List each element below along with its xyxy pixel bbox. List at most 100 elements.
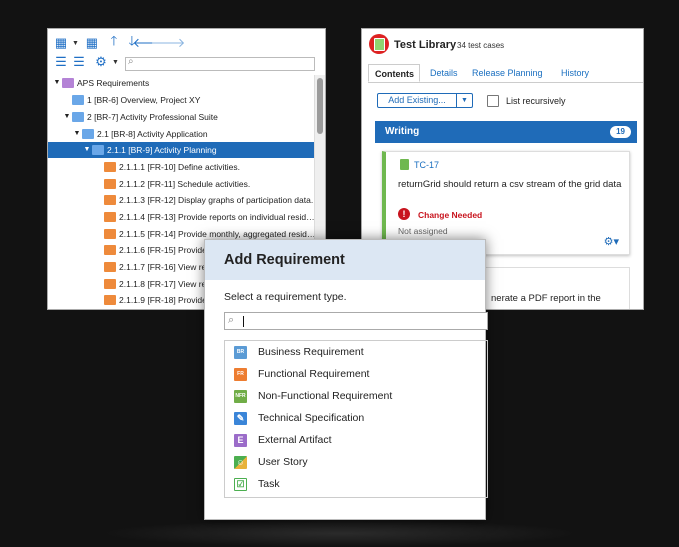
type-label: Non-Functional Requirement — [258, 390, 393, 402]
arrow-right-icon[interactable]: 🡒 — [151, 35, 186, 50]
functional-requirement-icon — [104, 262, 116, 272]
assignee-text: Not assigned — [398, 226, 448, 236]
type-task[interactable]: ☑ Task — [234, 476, 280, 492]
task-icon: ☑ — [234, 477, 247, 491]
list-recursively-checkbox[interactable] — [487, 95, 499, 107]
test-case-id-link[interactable]: TC-17 — [414, 160, 439, 170]
type-label: Technical Specification — [258, 412, 365, 424]
tree-node[interactable]: ▼ 2.1 [BR-8] Activity Application — [72, 126, 208, 142]
gear-icon[interactable]: ⚙▾ — [604, 235, 619, 248]
collapse-icon[interactable]: ▼ — [82, 142, 92, 158]
technical-specification-icon: ✎ — [234, 411, 247, 425]
type-business-requirement[interactable]: BR Business Requirement — [234, 344, 364, 360]
requirement-type-search-input[interactable]: ⌕ — [224, 312, 488, 330]
type-label: External Artifact — [258, 434, 332, 446]
search-icon: ⌕ — [228, 314, 235, 326]
tab-contents[interactable]: Contents — [368, 64, 420, 82]
error-icon: ! — [398, 208, 410, 220]
tree-node[interactable]: 2.1.1.9 [FR-18] Provide — [104, 292, 207, 308]
status-badge: Change Needed — [418, 210, 483, 220]
tree-node-label: 2.1.1 [BR-9] Activity Planning — [107, 145, 217, 155]
tree-node-label: 2.1.1.8 [FR-17] View re — [119, 279, 207, 289]
add-node-icon[interactable]: ▦ — [54, 35, 68, 50]
tree-node-label: 2.1 [BR-8] Activity Application — [97, 129, 208, 139]
tree-node[interactable]: 2.1.1.8 [FR-17] View re — [104, 276, 206, 292]
indent-icon[interactable]: ☰ — [54, 54, 68, 69]
writing-column-title: Writing — [385, 126, 420, 137]
tree-node-label: 2 [BR-7] Activity Professional Suite — [87, 112, 218, 122]
tree-node[interactable]: ▼ APS Requirements — [52, 75, 149, 91]
functional-requirement-icon — [104, 162, 116, 172]
tree-toolbar-row-2: ☰ ☰ ⚙ ▼ — [54, 54, 125, 70]
text-cursor — [243, 316, 244, 327]
type-label: Functional Requirement — [258, 368, 370, 380]
add-existing-button[interactable]: Add Existing... ▼ — [377, 93, 473, 108]
collapse-icon[interactable]: ▼ — [62, 109, 72, 125]
list-recursively-label: List recursively — [506, 96, 566, 106]
external-artifact-icon: E — [234, 433, 247, 447]
tree-node-label: 2.1.1.3 [FR-12] Display graphs of partic… — [119, 195, 314, 205]
library-tabs: Contents Details Release Planning Histor… — [368, 64, 643, 83]
tree-node-label: 2.1.1.2 [FR-11] Schedule activities. — [119, 179, 251, 189]
tree-node[interactable]: 1 [BR-6] Overview, Project XY — [62, 92, 200, 108]
type-external-artifact[interactable]: E External Artifact — [234, 432, 332, 448]
dialog-title: Add Requirement — [224, 252, 345, 268]
chevron-down-icon[interactable]: ▼ — [456, 94, 472, 107]
test-case-count: 34 test cases — [457, 41, 505, 50]
add-child-icon[interactable]: ▦ — [85, 35, 99, 50]
business-requirement-icon — [82, 129, 94, 139]
tree-node[interactable]: 2.1.1.7 [FR-16] View re — [104, 259, 206, 275]
business-requirement-icon — [92, 145, 104, 155]
test-case-icon — [400, 159, 409, 170]
tree-node-label: 2.1.1.4 [FR-13] Provide reports on indiv… — [119, 212, 315, 222]
tree-node-label: APS Requirements — [77, 78, 150, 88]
functional-requirement-icon — [104, 195, 116, 205]
tab-details[interactable]: Details — [424, 64, 464, 82]
chevron-down-icon[interactable]: ▼ — [112, 59, 119, 66]
tree-node[interactable]: 2.1.1.4 [FR-13] Provide reports on indiv… — [104, 209, 315, 225]
add-existing-label: Add Existing... — [388, 95, 446, 105]
test-case-title: nerate a PDF report in the — [491, 293, 601, 304]
tree-filter-input[interactable]: ⌕ — [125, 56, 315, 71]
arrow-up-icon[interactable]: 🡑 — [107, 33, 121, 50]
type-technical-specification[interactable]: ✎ Technical Specification — [234, 410, 364, 426]
tree-node-label: 2.1.1.1 [FR-10] Define activities. — [119, 162, 240, 172]
folder-icon — [62, 78, 74, 88]
type-functional-requirement[interactable]: FR Functional Requirement — [234, 366, 369, 382]
type-label: Task — [258, 478, 280, 490]
dialog-header: Add Requirement — [205, 240, 485, 280]
functional-requirement-icon — [104, 179, 116, 189]
functional-requirement-icon: FR — [234, 367, 247, 381]
type-label: User Story — [258, 456, 308, 468]
tree-node-selected[interactable]: ▼ 2.1.1 [BR-9] Activity Planning — [48, 142, 316, 158]
tree-node-label: 1 [BR-6] Overview, Project XY — [87, 95, 201, 105]
tree-node[interactable]: ▼ 2 [BR-7] Activity Professional Suite — [62, 109, 218, 125]
requirement-type-list: BR Business Requirement FR Functional Re… — [224, 340, 488, 498]
type-user-story[interactable]: ☺ User Story — [234, 454, 308, 470]
outdent-icon[interactable]: ☰ — [72, 54, 86, 69]
tree-node[interactable]: 2.1.1.1 [FR-10] Define activities. — [104, 159, 240, 175]
business-requirement-icon: BR — [234, 345, 247, 359]
business-requirement-icon — [72, 112, 84, 122]
tree-node[interactable]: 2.1.1.2 [FR-11] Schedule activities. — [104, 176, 250, 192]
test-case-title: returnGrid should return a csv stream of… — [398, 179, 622, 190]
collapse-icon[interactable]: ▼ — [72, 126, 82, 142]
tree-toolbar-row-1: ▦ ▼ ▦ 🡑 🡓 🡐 🡒 — [54, 33, 186, 51]
tab-history[interactable]: History — [555, 64, 595, 82]
functional-requirement-icon — [104, 229, 116, 239]
type-non-functional-requirement[interactable]: NFR Non-Functional Requirement — [234, 388, 392, 404]
tree-node[interactable]: 2.1.1.6 [FR-15] Provide — [104, 242, 207, 258]
non-functional-requirement-icon: NFR — [234, 389, 247, 403]
scrollbar-thumb[interactable] — [317, 78, 323, 134]
functional-requirement-icon — [104, 279, 116, 289]
writing-count-badge: 19 — [610, 126, 631, 138]
tree-node[interactable]: 2.1.1.3 [FR-12] Display graphs of partic… — [104, 192, 313, 208]
tree-node-label: 2.1.1.6 [FR-15] Provide — [119, 245, 207, 255]
settings-icon[interactable]: ⚙ — [94, 54, 108, 69]
collapse-icon[interactable]: ▼ — [52, 75, 62, 91]
type-label: Business Requirement — [258, 346, 364, 358]
chevron-down-icon[interactable]: ▼ — [72, 40, 79, 47]
functional-requirement-icon — [104, 245, 116, 255]
tab-release-planning[interactable]: Release Planning — [466, 64, 549, 82]
writing-column-header: Writing 19 — [375, 121, 637, 143]
